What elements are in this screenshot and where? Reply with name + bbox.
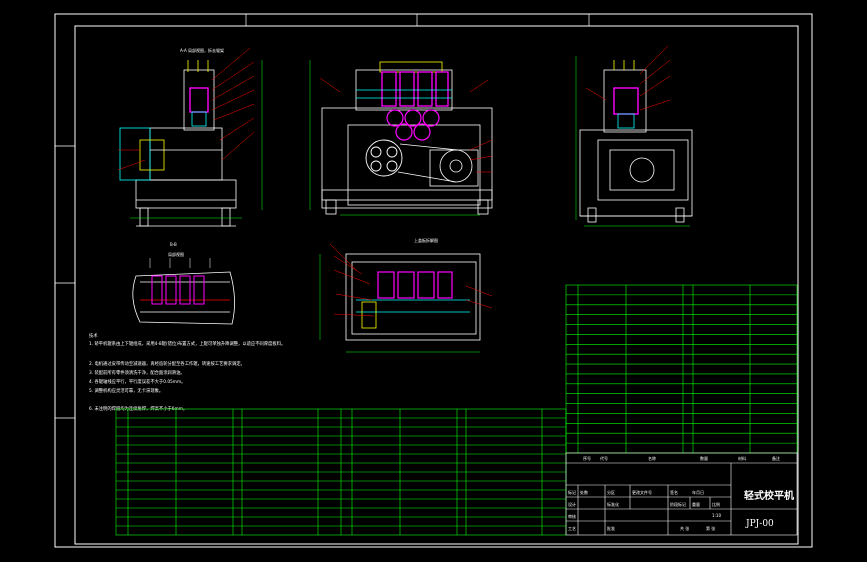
tb-cell: 更改文件号 (632, 489, 652, 495)
parts-list-bottom (115, 408, 567, 536)
tb-cell: 第 张 (706, 525, 715, 531)
tb-head-label: 名称 (648, 455, 656, 461)
tb-cell: 工艺 (568, 526, 576, 531)
tb-head-label: 序号 (583, 455, 591, 461)
drawing-title: 轻式校平机 (744, 489, 794, 502)
tb-cell: 签名 (670, 489, 678, 495)
section-label: B-B (170, 242, 177, 247)
drawing-canvas: A-A 局部视图，拆去辊架 B-B 局部视图 上盖板拆解图 技术 1. 矫平机辊… (54, 13, 813, 548)
note-line: 5. 调整机构应灵活可靠，无卡滞现象。 (89, 387, 163, 394)
tb-cell: 重量 (692, 501, 700, 507)
tb-head-label: 代号 (600, 455, 608, 461)
top-view: 上盖板拆解图 (319, 237, 493, 353)
tb-head-label: 备注 (772, 455, 780, 461)
note-line: 6. 未注明的焊缝均为连续角焊，焊高不小于6mm。 (89, 405, 187, 412)
tb-head-label: 数量 (700, 455, 708, 461)
side-view-left: A-A 局部视图，拆去辊架 (117, 47, 263, 227)
tb-cell: 处数 (580, 489, 588, 495)
tb-cell: 标记 (568, 489, 576, 495)
scale-value: 1:10 (712, 513, 721, 518)
parts-list-right (565, 284, 798, 454)
section-view-bb: B-B 局部视图 (132, 242, 235, 325)
tb-cell: 阶段标记 (670, 501, 686, 507)
note-line: 4. 各辊轴线应平行，平行度误差不大于0.05mm。 (89, 378, 185, 385)
cad-viewport[interactable]: A-A 局部视图，拆去辊架 B-B 局部视图 上盖板拆解图 技术 1. 矫平机辊… (0, 0, 867, 562)
tb-cell: 分区 (607, 489, 615, 495)
notes-heading: 技术 (89, 332, 98, 339)
tb-cell: 比例 (712, 501, 720, 507)
side-view-right (575, 45, 693, 227)
section-detail-label: 局部视图 (168, 251, 184, 257)
tb-cell: 共 张 (680, 525, 689, 531)
zone-ticks (55, 14, 590, 419)
note-line: 2. 电机通过皮带传动至减速器，再经齿轮分配至各工作辊，转速按工艺要求调定。 (89, 360, 245, 367)
tb-cell: 设计 (568, 501, 576, 507)
tb-cell: 审核 (568, 513, 576, 519)
technical-notes: 技术 1. 矫平机辊系由上下辊组成，采用4-8辊(错位)布置方式，上辊可单独升降… (89, 332, 285, 412)
top-view-label: 上盖板拆解图 (414, 237, 438, 243)
tb-head-label: 材料 (738, 455, 746, 461)
svg-text:A-A 局部视图，拆去辊架: A-A 局部视图，拆去辊架 (180, 47, 224, 53)
front-view-center (309, 60, 493, 216)
note-line: 3. 装配前所有零件须清洗干净，配合面涂润滑油。 (89, 369, 185, 376)
title-block-text: 序号 代号 名称 数量 材料 备注 标记 处数 分区 更改文件号 签名 年月日 … (568, 455, 794, 531)
note-line: 1. 矫平机辊系由上下辊组成，采用4-8辊(错位)布置方式，上辊可单独升降调整，… (89, 340, 285, 347)
tb-cell: 年月日 (692, 489, 704, 495)
drawing-code: JPJ-00 (745, 519, 774, 529)
tb-cell: 标准化 (607, 501, 619, 507)
tb-cell: 批准 (607, 525, 615, 531)
